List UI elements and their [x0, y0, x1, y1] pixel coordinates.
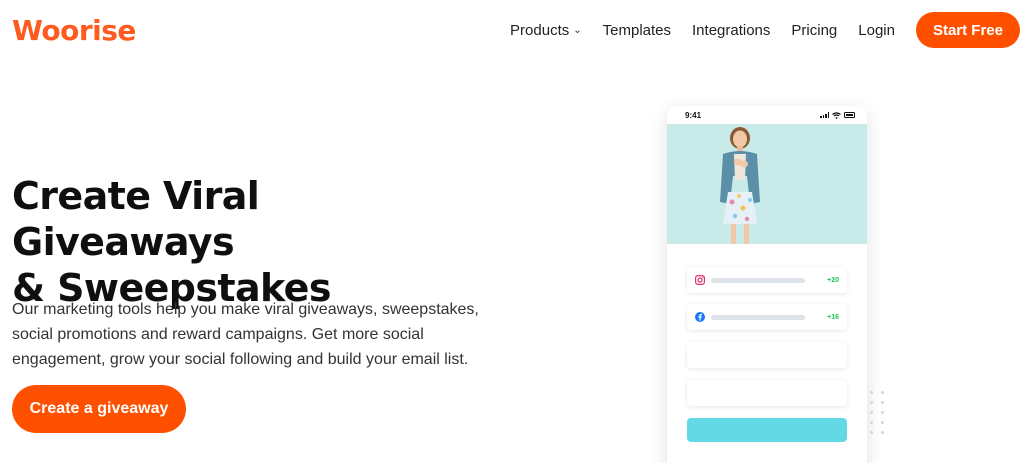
woorise-logo[interactable]: Woorise [12, 14, 136, 47]
instagram-icon [695, 275, 705, 285]
signal-icon [820, 112, 829, 118]
woman-illustration [720, 127, 760, 244]
hero-title: Create Viral Giveaways & Sweepstakes [12, 173, 492, 311]
submit-button[interactable] [687, 418, 847, 442]
status-icons [820, 111, 855, 119]
nav-products-label: Products [510, 21, 570, 39]
facebook-entry[interactable]: +16 [687, 304, 847, 330]
create-giveaway-button[interactable]: Create a giveaway [12, 385, 186, 433]
decorative-dots [870, 391, 884, 434]
facebook-icon [695, 312, 705, 322]
form-field-2[interactable] [687, 380, 847, 406]
hero-description: Our marketing tools help you make viral … [12, 301, 479, 368]
entry-placeholder-bar [711, 314, 806, 320]
main-nav: Products ⌄ Templates Integrations Pricin… [510, 12, 1020, 48]
nav-products[interactable]: Products ⌄ [510, 22, 582, 39]
nav-integrations[interactable]: Integrations [692, 22, 770, 39]
nav-pricing[interactable]: Pricing [791, 22, 837, 39]
battery-icon [844, 112, 855, 118]
instagram-entry[interactable]: +20 [687, 267, 847, 293]
wifi-icon [832, 111, 841, 119]
hero-title-line-1: Create Viral Giveaways [12, 174, 260, 264]
chevron-down-icon: ⌄ [573, 24, 582, 36]
entry-points: +20 [827, 276, 839, 284]
nav-templates[interactable]: Templates [603, 22, 671, 39]
nav-login[interactable]: Login [858, 22, 895, 39]
entry-placeholder-bar [711, 277, 806, 283]
entry-points: +16 [827, 313, 839, 321]
giveaway-photo [667, 124, 867, 244]
phone-status-bar: 9:41 [667, 106, 867, 124]
phone-time: 9:41 [685, 110, 702, 120]
start-free-button[interactable]: Start Free [915, 12, 1020, 48]
form-field-1[interactable] [687, 342, 847, 368]
